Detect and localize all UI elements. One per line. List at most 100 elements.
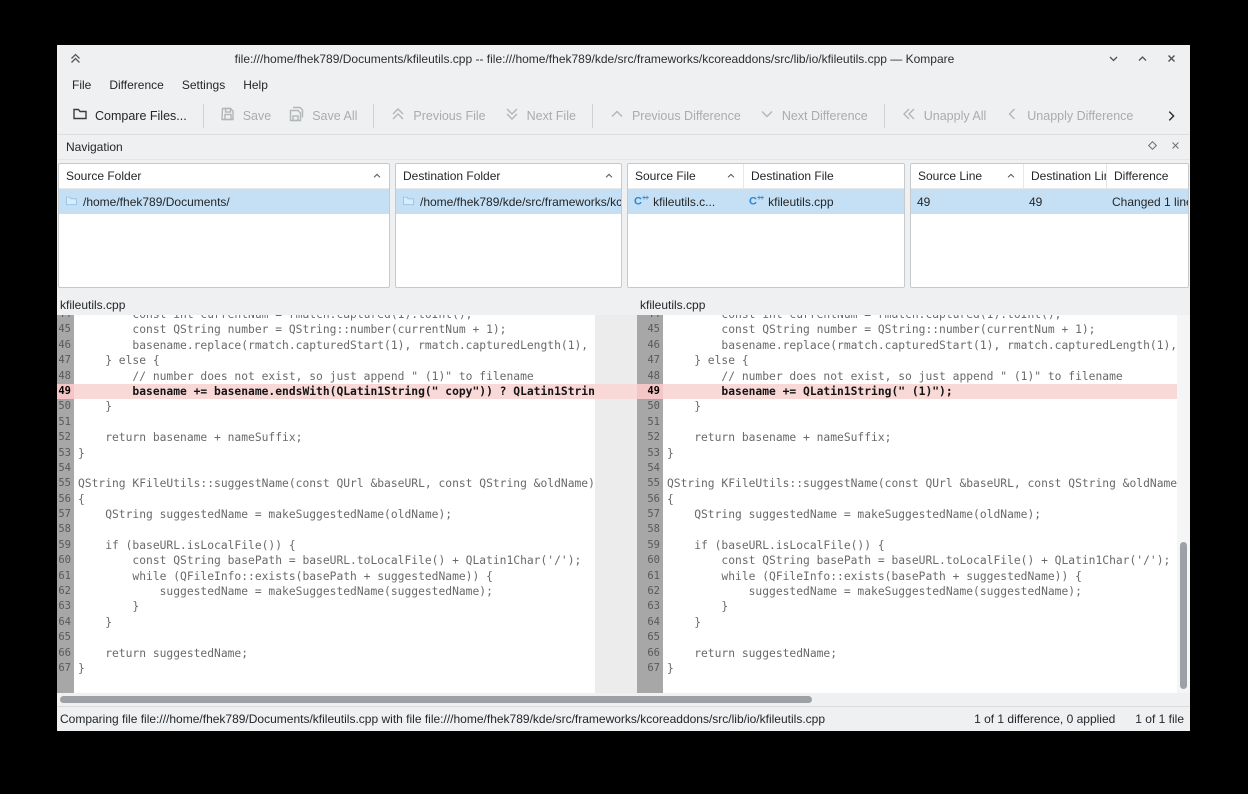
source-code-line-48[interactable]: // number does not exist, so just append… <box>74 369 595 384</box>
destination-gutter-line-49: 49 <box>637 384 663 399</box>
source-code-line-55[interactable]: QString KFileUtils::suggestName(const QU… <box>74 476 595 491</box>
destination-code-line-65[interactable] <box>663 630 1177 645</box>
minimize-button[interactable] <box>1107 52 1120 65</box>
connector-line-52 <box>595 430 637 445</box>
menu-difference[interactable]: Difference <box>100 75 172 95</box>
source-code-line-44[interactable]: const int currentNum = rmatch.captured(1… <box>74 315 595 322</box>
source-code-line-50[interactable]: } <box>74 399 595 414</box>
destination-code-line-44[interactable]: const int currentNum = rmatch.captured(1… <box>663 315 1177 322</box>
file-row[interactable]: C++ kfileutils.c... C++ kfileutils.cpp <box>628 189 904 214</box>
connector-line-46 <box>595 338 637 353</box>
destination-code-line-64[interactable]: } <box>663 615 1177 630</box>
menu-file[interactable]: File <box>63 75 100 95</box>
source-code-line-51[interactable] <box>74 415 595 430</box>
source-code-line-60[interactable]: const QString basePath = baseURL.toLocal… <box>74 553 595 568</box>
connector-line-49 <box>595 384 637 399</box>
destination-code-line-57[interactable]: QString suggestedName = makeSuggestedNam… <box>663 507 1177 522</box>
destination-folder-row[interactable]: /home/fhek789/kde/src/frameworks/kcoread… <box>396 189 621 214</box>
close-dock-icon[interactable] <box>1170 140 1181 154</box>
destination-code-line-46[interactable]: basename.replace(rmatch.capturedStart(1)… <box>663 338 1177 353</box>
toolbar-separator <box>373 104 374 128</box>
source-code-line-67[interactable]: } <box>74 661 595 676</box>
connector-line-47 <box>595 353 637 368</box>
connector-line-56 <box>595 492 637 507</box>
destination-file-column-header[interactable]: Destination File <box>743 164 904 188</box>
destination-code-line-49[interactable]: basename += QLatin1String(" (1)"); <box>663 384 1177 399</box>
destination-code-line-61[interactable]: while (QFileInfo::exists(basePath + sugg… <box>663 569 1177 584</box>
source-code-line-49[interactable]: basename += basename.endsWith(QLatin1Str… <box>74 384 595 399</box>
source-code-line-64[interactable]: } <box>74 615 595 630</box>
connector-line-45 <box>595 322 637 337</box>
source-code-line-57[interactable]: QString suggestedName = makeSuggestedNam… <box>74 507 595 522</box>
difference-row[interactable]: 49 49 Changed 1 line <box>911 189 1188 214</box>
source-code-line-52[interactable]: return basename + nameSuffix; <box>74 430 595 445</box>
destination-folder-column-header[interactable]: Destination Folder <box>396 164 621 188</box>
menu-help[interactable]: Help <box>234 75 277 95</box>
horizontal-scrollbar[interactable] <box>57 693 1190 706</box>
destination-code-line-52[interactable]: return basename + nameSuffix; <box>663 430 1177 445</box>
horizontal-scrollbar-handle[interactable] <box>60 696 812 703</box>
status-message: Comparing file file:///home/fhek789/Docu… <box>60 712 974 726</box>
source-line-column-header[interactable]: Source Line <box>911 164 1023 188</box>
destination-gutter-line-60: 60 <box>637 553 663 568</box>
source-code-line-65[interactable] <box>74 630 595 645</box>
destination-code-pane[interactable]: const int currentNum = rmatch.captured(1… <box>663 315 1177 693</box>
save-all-icon <box>289 106 305 125</box>
source-gutter-line-61: 61 <box>57 569 74 584</box>
menubar: File Difference Settings Help <box>57 72 1190 97</box>
difference-column-header[interactable]: Difference <box>1106 164 1188 188</box>
toolbar-overflow-button[interactable] <box>1158 105 1184 127</box>
maximize-button[interactable] <box>1136 52 1149 65</box>
source-code-line-47[interactable]: } else { <box>74 353 595 368</box>
source-code-line-58[interactable] <box>74 522 595 537</box>
source-code-line-61[interactable]: while (QFileInfo::exists(basePath + sugg… <box>74 569 595 584</box>
destination-code-line-51[interactable] <box>663 415 1177 430</box>
destination-code-line-45[interactable]: const QString number = QString::number(c… <box>663 322 1177 337</box>
destination-code-line-55[interactable]: QString KFileUtils::suggestName(const QU… <box>663 476 1177 491</box>
file-count-status: 1 of 1 file <box>1135 712 1184 726</box>
float-dock-icon[interactable] <box>1147 140 1158 154</box>
vertical-scrollbar[interactable] <box>1177 315 1190 693</box>
source-folder-row[interactable]: /home/fhek789/Documents/ <box>59 189 389 214</box>
destination-code-line-47[interactable]: } else { <box>663 353 1177 368</box>
source-code-line-66[interactable]: return suggestedName; <box>74 646 595 661</box>
source-code-line-53[interactable]: } <box>74 446 595 461</box>
source-code-line-54[interactable] <box>74 461 595 476</box>
destination-code-line-63[interactable]: } <box>663 599 1177 614</box>
compare-files-button[interactable]: Compare Files... <box>63 102 196 129</box>
source-code-line-63[interactable]: } <box>74 599 595 614</box>
vertical-scrollbar-handle[interactable] <box>1180 542 1187 689</box>
destination-code-line-50[interactable]: } <box>663 399 1177 414</box>
destination-line-column-header[interactable]: Destination Line <box>1023 164 1106 188</box>
destination-code-line-60[interactable]: const QString basePath = baseURL.toLocal… <box>663 553 1177 568</box>
source-code-line-46[interactable]: basename.replace(rmatch.capturedStart(1)… <box>74 338 595 353</box>
destination-code-line-66[interactable]: return suggestedName; <box>663 646 1177 661</box>
shade-icon[interactable] <box>69 52 82 65</box>
titlebar[interactable]: file:///home/fhek789/Documents/kfileutil… <box>57 45 1190 72</box>
source-code-line-59[interactable]: if (baseURL.isLocalFile()) { <box>74 538 595 553</box>
source-code-pane[interactable]: const int currentNum = rmatch.captured(1… <box>74 315 595 693</box>
toolbar-separator <box>203 104 204 128</box>
destination-code-line-67[interactable]: } <box>663 661 1177 676</box>
destination-code-line-58[interactable] <box>663 522 1177 537</box>
close-button[interactable] <box>1165 52 1178 65</box>
destination-code-line-59[interactable]: if (baseURL.isLocalFile()) { <box>663 538 1177 553</box>
destination-code-line-53[interactable]: } <box>663 446 1177 461</box>
source-code-line-56[interactable]: { <box>74 492 595 507</box>
source-gutter-line-45: 45 <box>57 322 74 337</box>
source-folder-column-header[interactable]: Source Folder <box>59 164 389 188</box>
double-chevron-up-icon <box>390 106 406 125</box>
destination-code-line-62[interactable]: suggestedName = makeSuggestedName(sugges… <box>663 584 1177 599</box>
sort-ascending-icon <box>366 171 382 181</box>
destination-folder-list: Destination Folder /home/fhek789/kde/src… <box>395 163 622 288</box>
connector-line-55 <box>595 476 637 491</box>
source-file-column-header[interactable]: Source File <box>628 164 743 188</box>
destination-gutter-line-55: 55 <box>637 476 663 491</box>
source-code-line-62[interactable]: suggestedName = makeSuggestedName(sugges… <box>74 584 595 599</box>
destination-code-line-54[interactable] <box>663 461 1177 476</box>
source-code-line-45[interactable]: const QString number = QString::number(c… <box>74 322 595 337</box>
destination-gutter-line-51: 51 <box>637 415 663 430</box>
menu-settings[interactable]: Settings <box>173 75 234 95</box>
destination-code-line-48[interactable]: // number does not exist, so just append… <box>663 369 1177 384</box>
destination-code-line-56[interactable]: { <box>663 492 1177 507</box>
